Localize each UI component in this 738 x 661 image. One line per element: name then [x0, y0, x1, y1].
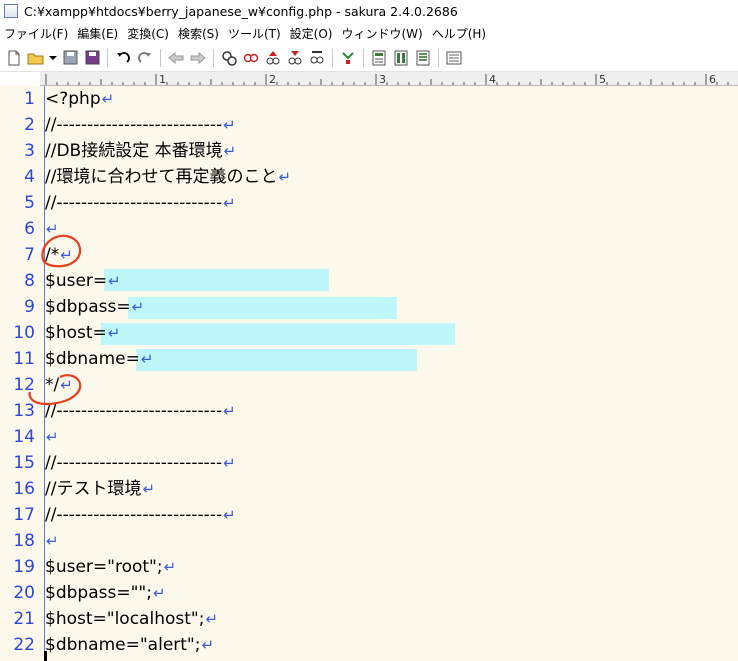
red-circle-annotation — [41, 234, 82, 268]
text-cursor — [44, 651, 47, 661]
annotation-overlay — [28, 234, 82, 406]
red-circle-annotation — [28, 374, 82, 406]
